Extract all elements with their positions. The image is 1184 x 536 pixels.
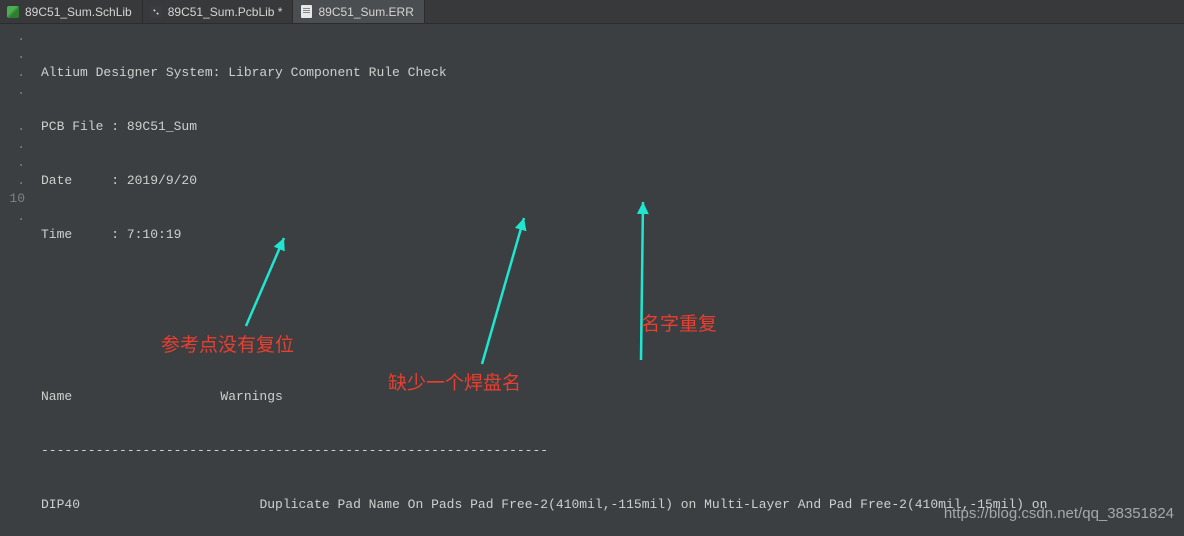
- tab-err[interactable]: 89C51_Sum.ERR: [293, 0, 424, 23]
- column-headers: Name Warnings: [41, 388, 1184, 406]
- watermark: https://blog.csdn.net/qq_38351824: [944, 505, 1174, 522]
- report-header-line: PCB File : 89C51_Sum: [41, 118, 1184, 136]
- editor-area: . . . . . . . . 10 . Altium Designer Sys…: [0, 24, 1184, 536]
- tab-label: 89C51_Sum.PcbLib *: [168, 5, 283, 19]
- gutter-blank: [0, 100, 25, 118]
- tab-label: 89C51_Sum.SchLib: [25, 5, 132, 19]
- gutter-dot: .: [0, 46, 25, 64]
- gutter-blank: [0, 262, 25, 280]
- report-header-line: Altium Designer System: Library Componen…: [41, 64, 1184, 82]
- gutter-line-number: 10: [0, 190, 25, 208]
- schlib-icon: [6, 5, 20, 19]
- tab-pcblib[interactable]: 89C51_Sum.PcbLib *: [143, 0, 294, 23]
- pcblib-icon: [149, 5, 163, 19]
- tab-schlib[interactable]: 89C51_Sum.SchLib: [0, 0, 143, 23]
- report-header-line: Time : 7:10:19: [41, 226, 1184, 244]
- gutter-blank: [0, 244, 25, 262]
- gutter-dot: .: [0, 154, 25, 172]
- blank-line: [41, 334, 1184, 352]
- gutter-blank: [0, 226, 25, 244]
- gutter-dot: .: [0, 136, 25, 154]
- line-gutter: . . . . . . . . 10 .: [0, 24, 33, 536]
- gutter-dot: .: [0, 64, 25, 82]
- gutter-dot: .: [0, 118, 25, 136]
- gutter-dot: .: [0, 28, 25, 46]
- tab-bar: 89C51_Sum.SchLib 89C51_Sum.PcbLib * 89C5…: [0, 0, 1184, 24]
- report-header-line: Date : 2019/9/20: [41, 172, 1184, 190]
- tab-label: 89C51_Sum.ERR: [318, 5, 413, 19]
- row-name: DIP40: [41, 497, 80, 512]
- blank-line: [41, 280, 1184, 298]
- separator-line: ----------------------------------------…: [41, 442, 1184, 460]
- gutter-dot: .: [0, 82, 25, 100]
- text-content[interactable]: Altium Designer System: Library Componen…: [33, 24, 1184, 536]
- gutter-dot: .: [0, 208, 25, 226]
- document-icon: [299, 5, 313, 19]
- gutter-dot: .: [0, 172, 25, 190]
- row-warning: Duplicate Pad Name On Pads Pad Free-2(41…: [259, 497, 1055, 512]
